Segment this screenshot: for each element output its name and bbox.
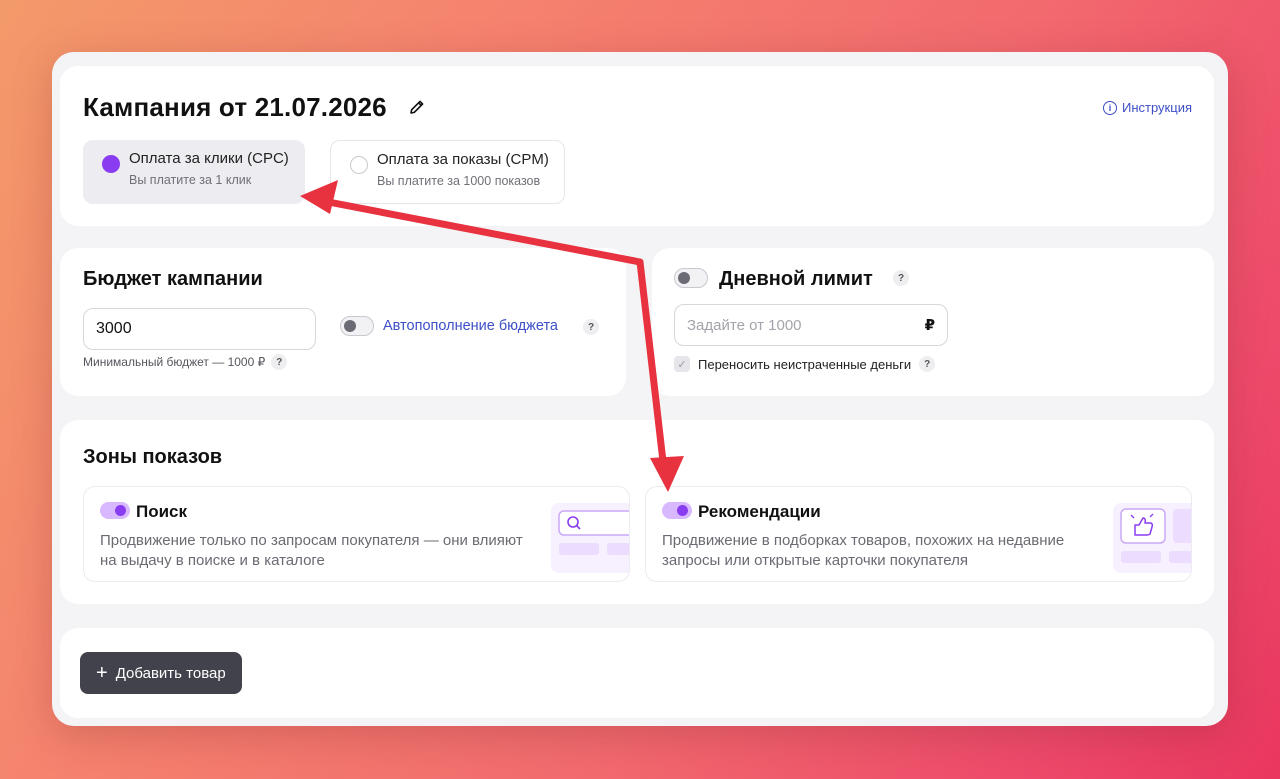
radio-unselected-icon[interactable] bbox=[350, 156, 368, 174]
daily-limit-placeholder: Задайте от 1000 bbox=[687, 317, 802, 334]
zone-title: Рекомендации bbox=[698, 502, 821, 521]
thumbs-up-illustration-icon bbox=[1113, 503, 1191, 573]
auto-topup-toggle[interactable] bbox=[340, 316, 374, 336]
zone-recommendations-toggle[interactable] bbox=[662, 502, 692, 519]
add-product-card: + Добавить товар bbox=[60, 628, 1214, 718]
instruction-label: Инструкция bbox=[1122, 100, 1192, 115]
zone-description: Продвижение в подборках товаров, похожих… bbox=[662, 532, 1065, 569]
add-product-button[interactable]: + Добавить товар bbox=[80, 652, 242, 694]
info-icon: i bbox=[1103, 100, 1117, 115]
payment-option-title: Оплата за показы (CPM) bbox=[377, 151, 549, 168]
payment-option-cpm[interactable]: Оплата за показы (CPM) Вы платите за 100… bbox=[330, 140, 565, 204]
radio-selected-icon[interactable] bbox=[102, 155, 120, 173]
payment-option-title: Оплата за клики (CPC) bbox=[129, 150, 289, 167]
payment-option-cpc[interactable]: Оплата за клики (CPC) Вы платите за 1 кл… bbox=[83, 140, 305, 204]
daily-limit-heading: Дневной лимит bbox=[719, 268, 873, 290]
zone-recommendations[interactable]: Рекомендации Продвижение в подборках тов… bbox=[645, 486, 1192, 582]
toggle-knob bbox=[344, 319, 356, 332]
currency-symbol: ₽ bbox=[924, 317, 935, 334]
campaign-window: Кампания от 21.07.2026 i Инструкция Опла… bbox=[52, 52, 1228, 726]
budget-heading: Бюджет кампании bbox=[83, 268, 263, 290]
checkbox-checked-icon[interactable]: ✓ bbox=[674, 356, 690, 372]
zones-heading: Зоны показов bbox=[83, 446, 223, 468]
daily-limit-card: Дневной лимит ? Задайте от 1000 ₽ ✓ Пере… bbox=[652, 248, 1214, 396]
edit-pencil-icon[interactable] bbox=[408, 98, 426, 116]
toggle-knob bbox=[677, 504, 688, 516]
plus-icon: + bbox=[96, 662, 108, 684]
min-budget-text: Минимальный бюджет — 1000 ₽ bbox=[83, 355, 266, 369]
zone-search-toggle[interactable] bbox=[100, 502, 130, 519]
zone-description: Продвижение только по запросам покупател… bbox=[100, 532, 523, 569]
daily-limit-input[interactable]: Задайте от 1000 ₽ bbox=[674, 304, 948, 346]
search-illustration-icon bbox=[551, 503, 629, 573]
page-title: Кампания от 21.07.2026 bbox=[83, 92, 387, 122]
toggle-knob bbox=[678, 271, 690, 284]
payment-option-subtitle: Вы платите за 1 клик bbox=[129, 173, 252, 187]
payment-option-subtitle: Вы платите за 1000 показов bbox=[377, 174, 541, 188]
auto-topup-link[interactable]: Автопополнение бюджета bbox=[383, 318, 558, 334]
daily-limit-toggle[interactable] bbox=[674, 268, 708, 288]
zones-card: Зоны показов Поиск Продвижение только по… bbox=[60, 420, 1214, 604]
add-product-label: Добавить товар bbox=[115, 664, 226, 682]
help-icon[interactable]: ? bbox=[893, 270, 909, 286]
toggle-knob bbox=[115, 504, 126, 516]
zone-title: Поиск bbox=[136, 502, 188, 521]
zone-search[interactable]: Поиск Продвижение только по запросам пок… bbox=[83, 486, 630, 582]
budget-card: Бюджет кампании 3000 Автопополнение бюдж… bbox=[60, 248, 626, 396]
help-icon[interactable]: ? bbox=[583, 319, 599, 335]
budget-input[interactable]: 3000 bbox=[83, 308, 316, 350]
help-icon[interactable]: ? bbox=[271, 354, 288, 370]
campaign-header-card: Кампания от 21.07.2026 i Инструкция Опла… bbox=[60, 66, 1214, 226]
carryover-checkbox-row[interactable]: ✓ Переносить неистраченные деньги ? bbox=[674, 356, 936, 372]
min-budget-hint: Минимальный бюджет — 1000 ₽ ? bbox=[83, 354, 288, 370]
instruction-link[interactable]: i Инструкция bbox=[1103, 100, 1192, 115]
help-icon[interactable]: ? bbox=[919, 356, 936, 372]
carryover-label: Переносить неистраченные деньги bbox=[698, 356, 912, 372]
